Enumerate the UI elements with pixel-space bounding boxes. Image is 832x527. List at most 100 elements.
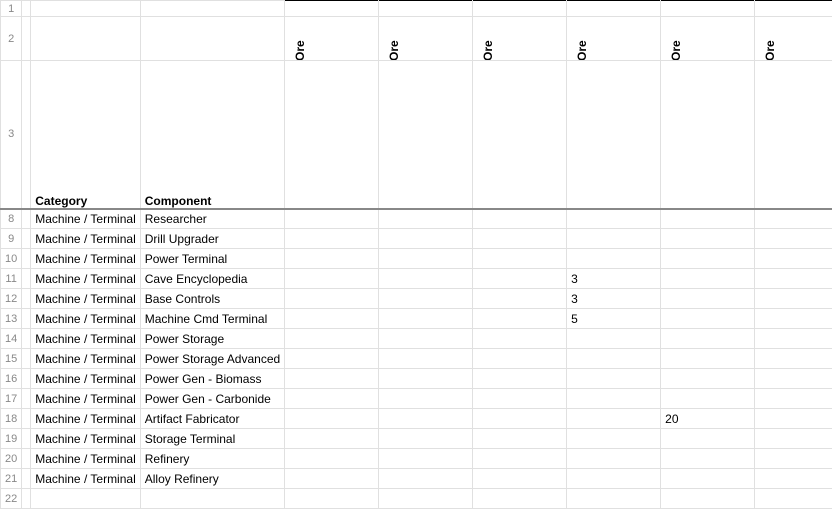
data-cell[interactable] [755, 329, 832, 349]
data-cell[interactable] [661, 329, 755, 349]
data-cell[interactable] [473, 249, 567, 269]
data-cell[interactable] [755, 369, 832, 389]
data-cell[interactable] [661, 469, 755, 489]
data-cell[interactable] [567, 469, 661, 489]
cell[interactable] [31, 489, 141, 509]
data-cell[interactable] [755, 249, 832, 269]
cell[interactable] [755, 489, 832, 509]
data-cell[interactable] [379, 289, 473, 309]
component-cell[interactable]: Refinery [140, 449, 284, 469]
data-cell[interactable] [379, 209, 473, 229]
data-cell[interactable] [285, 329, 379, 349]
category-cell[interactable]: Machine / Terminal [31, 249, 141, 269]
cell[interactable] [22, 369, 31, 389]
category-cell[interactable]: Machine / Terminal [31, 229, 141, 249]
cell[interactable] [22, 309, 31, 329]
data-cell[interactable] [661, 269, 755, 289]
component-cell[interactable]: Power Storage [140, 329, 284, 349]
category-cell[interactable]: Machine / Terminal [31, 409, 141, 429]
column-group-header[interactable]: Ore [755, 17, 832, 61]
data-cell[interactable] [661, 209, 755, 229]
cell[interactable] [661, 489, 755, 509]
data-cell[interactable] [473, 329, 567, 349]
cell[interactable] [31, 1, 141, 17]
data-cell[interactable] [379, 409, 473, 429]
cell[interactable] [22, 449, 31, 469]
component-cell[interactable]: Cave Encyclopedia [140, 269, 284, 289]
data-cell[interactable]: 5 [567, 309, 661, 329]
category-cell[interactable]: Machine / Terminal [31, 349, 141, 369]
column-header[interactable]: Hematite [379, 61, 473, 209]
category-cell[interactable]: Machine / Terminal [31, 449, 141, 469]
cell[interactable] [22, 289, 31, 309]
category-cell[interactable]: Machine / Terminal [31, 469, 141, 489]
cell[interactable] [22, 229, 31, 249]
category-cell[interactable]: Machine / Terminal [31, 429, 141, 449]
column-header[interactable]: Mantonite [661, 61, 755, 209]
category-cell[interactable]: Machine / Terminal [31, 209, 141, 229]
data-cell[interactable] [755, 469, 832, 489]
component-header[interactable]: Component [140, 61, 284, 209]
data-cell[interactable] [379, 229, 473, 249]
data-cell[interactable] [661, 309, 755, 329]
data-cell[interactable]: 20 [661, 409, 755, 429]
column-group-header[interactable]: Ore [473, 17, 567, 61]
data-cell[interactable] [379, 269, 473, 289]
column-group-header[interactable]: Ore [661, 17, 755, 61]
cell[interactable] [22, 61, 31, 209]
data-cell[interactable] [285, 369, 379, 389]
data-cell[interactable] [661, 349, 755, 369]
data-cell[interactable] [473, 349, 567, 369]
data-cell[interactable] [567, 369, 661, 389]
data-cell[interactable] [285, 229, 379, 249]
data-cell[interactable] [567, 209, 661, 229]
data-cell[interactable] [379, 389, 473, 409]
component-cell[interactable]: Power Storage Advanced [140, 349, 284, 369]
data-cell[interactable] [755, 209, 832, 229]
cell[interactable] [755, 1, 832, 17]
category-cell[interactable]: Machine / Terminal [31, 289, 141, 309]
category-cell[interactable]: Machine / Terminal [31, 269, 141, 289]
data-cell[interactable] [567, 349, 661, 369]
data-cell[interactable] [755, 309, 832, 329]
cell[interactable] [567, 489, 661, 509]
data-cell[interactable] [755, 289, 832, 309]
data-cell[interactable] [567, 329, 661, 349]
category-cell[interactable]: Machine / Terminal [31, 369, 141, 389]
data-cell[interactable] [379, 309, 473, 329]
data-cell[interactable] [285, 249, 379, 269]
cell[interactable] [22, 249, 31, 269]
cell[interactable] [285, 489, 379, 509]
data-cell[interactable] [473, 309, 567, 329]
data-cell[interactable] [285, 449, 379, 469]
column-header[interactable]: Malachite [285, 61, 379, 209]
column-group-header[interactable]: Ore [567, 17, 661, 61]
cell[interactable] [567, 1, 661, 17]
data-cell[interactable]: 3 [567, 289, 661, 309]
data-cell[interactable] [755, 429, 832, 449]
data-cell[interactable] [661, 449, 755, 469]
component-cell[interactable]: Power Terminal [140, 249, 284, 269]
component-cell[interactable]: Storage Terminal [140, 429, 284, 449]
data-cell[interactable] [285, 429, 379, 449]
column-header[interactable]: Calamine [567, 61, 661, 209]
data-cell[interactable] [473, 289, 567, 309]
cell[interactable] [22, 429, 31, 449]
data-cell[interactable] [285, 209, 379, 229]
column-header[interactable]: Carbonide [755, 61, 832, 209]
data-cell[interactable] [755, 449, 832, 469]
cell[interactable] [661, 1, 755, 17]
cell[interactable] [22, 469, 31, 489]
data-cell[interactable] [661, 229, 755, 249]
component-cell[interactable]: Researcher [140, 209, 284, 229]
column-group-header[interactable]: Ore [379, 17, 473, 61]
cell[interactable] [22, 269, 31, 289]
component-cell[interactable]: Power Gen - Biomass [140, 369, 284, 389]
data-cell[interactable] [379, 349, 473, 369]
cell[interactable] [22, 1, 31, 17]
data-cell[interactable] [567, 429, 661, 449]
data-cell[interactable] [473, 429, 567, 449]
cell[interactable] [22, 409, 31, 429]
data-cell[interactable] [285, 469, 379, 489]
data-cell[interactable] [755, 269, 832, 289]
